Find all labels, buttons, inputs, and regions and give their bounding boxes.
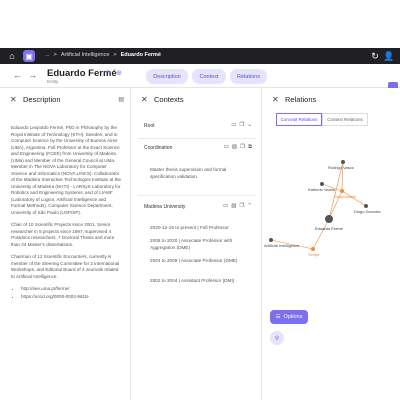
graph-node-label: Katherin Varela: [308, 187, 336, 192]
breadcrumb: ... > Artificial Intelligence > Eduardo …: [45, 52, 161, 58]
description-panel: ✕ Description ▤ Eduardo Leopoldo Fermé, …: [0, 88, 131, 400]
context-label: Root: [144, 123, 155, 129]
copy-icon[interactable]: ❐: [240, 144, 245, 151]
description-paragraph: Eduardo Leopoldo Fermé, PhD in Philosoph…: [11, 125, 121, 215]
image-icon[interactable]: ▨: [231, 203, 236, 209]
tab-context[interactable]: Context: [192, 69, 226, 84]
user-icon[interactable]: 👤: [383, 51, 394, 61]
panel-title: Relations: [285, 95, 317, 104]
chevron-up-icon[interactable]: ⌃: [247, 203, 252, 209]
context-actions: ▭ ▨ ❐ ⌃: [223, 203, 252, 209]
link-list: http://see.uma.pt/ferme/ https://orcid.o…: [11, 286, 121, 300]
graph-node[interactable]: [269, 238, 273, 242]
breadcrumb-ellipsis[interactable]: ...: [45, 52, 50, 58]
breadcrumb-item[interactable]: Artificial Intelligence: [61, 52, 110, 58]
pin-icon[interactable]: ⚲: [270, 331, 284, 345]
relations-panel: ✕ Relations Concept Relations Context Re…: [262, 88, 400, 400]
description-text: Eduardo Leopoldo Fermé, PhD in Philosoph…: [11, 125, 121, 301]
copy-icon[interactable]: ❐: [239, 122, 244, 128]
divider: [138, 138, 256, 139]
close-icon[interactable]: ✕: [141, 95, 148, 104]
context-actions: ▭ ❐ ⌄: [231, 122, 252, 128]
link[interactable]: https://orcid.org/0000-0002-9618-: [21, 294, 121, 301]
tab-concept-relations[interactable]: Concept Relations: [276, 113, 322, 126]
panel-title: Contexts: [154, 95, 184, 104]
edit-icon[interactable]: ✎: [106, 69, 112, 77]
app-icon[interactable]: ▣: [23, 50, 35, 62]
graph-node[interactable]: [364, 204, 368, 208]
context-actions: ▭ ▨ ❐ ⧉: [224, 144, 252, 151]
divider: [138, 195, 256, 196]
context-coordination[interactable]: Coordination ▭ ▨ ❐ ⧉: [144, 142, 252, 154]
breadcrumb-separator: >: [53, 52, 57, 58]
open-icon[interactable]: ⧉: [248, 144, 252, 151]
context-item: 2020-12-15 to present | Full Professor: [150, 225, 229, 230]
chat-icon[interactable]: ▭: [224, 144, 229, 151]
graph-node-label: Responsible: [334, 194, 357, 199]
forward-icon[interactable]: →: [28, 70, 37, 80]
context-label: Coordination: [144, 145, 173, 151]
refresh-icon[interactable]: ↻: [370, 51, 380, 61]
context-item: 2002 to 2004 | Assistant Professor (DMI): [150, 278, 235, 283]
relations-tabs: Concept Relations Context Relations: [276, 113, 368, 126]
graph-node-label: Scope: [308, 252, 320, 257]
add-icon[interactable]: ⊕: [116, 69, 122, 77]
context-label: Madeira University: [144, 204, 186, 210]
graph-node[interactable]: [340, 189, 344, 193]
tab-description[interactable]: Description: [146, 69, 188, 84]
context-text: Master thesis supervision and formal spe…: [150, 167, 227, 179]
expand-icon[interactable]: ▤: [118, 96, 124, 103]
tab-context-relations[interactable]: Context Relations: [322, 113, 368, 126]
copy-icon[interactable]: ❐: [239, 203, 244, 209]
graph-node-label: Artificial Intelligence: [264, 243, 300, 248]
chevron-down-icon[interactable]: ⌄: [247, 122, 252, 128]
graph-node-label: Eduardo Fermé: [315, 226, 344, 231]
options-label: Options: [283, 314, 303, 320]
graph-node[interactable]: [320, 182, 324, 186]
back-icon[interactable]: ←: [13, 70, 22, 80]
close-icon[interactable]: ✕: [10, 95, 17, 104]
relations-graph[interactable]: Rodrigo Vasco Katherin Varela Responsibl…: [262, 148, 400, 308]
contexts-panel: ✕ Contexts Root ▭ ❐ ⌄ Coordination ▭ ▨ ❐…: [131, 88, 262, 400]
options-button[interactable]: ☰ Options: [270, 310, 308, 324]
graph-node[interactable]: [341, 160, 345, 164]
graph-node-label: Diogo Gouveia: [354, 209, 381, 214]
entity-type: Entity: [47, 79, 59, 84]
tab-relations[interactable]: Relations: [230, 69, 267, 84]
home-icon[interactable]: ⌂: [7, 51, 17, 61]
context-item: 2004 to 2008 | Associate Professor (DME): [150, 258, 238, 263]
panel-title: Description: [23, 95, 61, 104]
graph-node[interactable]: [311, 247, 315, 251]
chat-icon[interactable]: ▭: [223, 203, 228, 209]
breadcrumb-current: Eduardo Fermé: [120, 52, 161, 58]
link[interactable]: http://see.uma.pt/ferme/: [21, 286, 121, 293]
chat-icon[interactable]: ▭: [231, 122, 236, 128]
breadcrumb-separator: >: [113, 52, 117, 58]
top-bar: ⌂ ▣ ... > Artificial Intelligence > Edua…: [0, 48, 400, 64]
context-item: 2008 to 2020 | Associate Professor with …: [150, 238, 233, 250]
close-icon[interactable]: ✕: [272, 95, 279, 104]
graph-node-main[interactable]: [325, 215, 333, 223]
description-paragraph: Chair of 10 Scientific Projects since 20…: [11, 222, 115, 247]
context-madeira[interactable]: Madeira University ▭ ▨ ❐ ⌃: [144, 201, 252, 213]
entity-header: ← → Eduardo Fermé Entity ✎ ⊕ Description…: [0, 64, 400, 88]
image-icon[interactable]: ▨: [232, 144, 237, 151]
sliders-icon: ☰: [275, 314, 281, 320]
context-root[interactable]: Root ▭ ❐ ⌄: [144, 120, 252, 132]
description-paragraph: Chairman of 12 Scientific Encounters, cu…: [11, 254, 120, 279]
graph-node-label: Rodrigo Vasco: [328, 165, 355, 170]
